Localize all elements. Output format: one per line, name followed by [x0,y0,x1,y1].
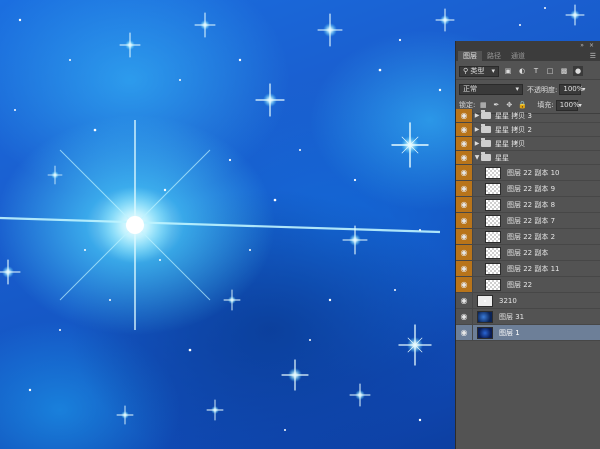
layers-list: ◉ ▶ 星星 拷贝 3 ◉ ▶ 星星 拷贝 2 ◉ ▶ 星星 拷贝 ◉ ▼ 星星 ◉ 图… [456,109,600,341]
layer-row[interactable]: ◉ 图层 22 副本 8 [456,197,600,213]
layer-row[interactable]: ◉ 3210 [456,293,600,309]
opacity-label: 不透明度: [527,85,558,94]
folder-icon [481,138,491,147]
filter-toggle-icon[interactable]: ● [573,66,583,76]
layer-row[interactable]: ◉ 图层 22 副本 7 [456,213,600,229]
layer-name: 图层 22 副本 [507,248,549,257]
opacity-value: 100% [563,85,584,93]
filter-pixel-icon[interactable]: ▣ [503,66,513,76]
eye-icon[interactable]: ◉ [456,137,473,150]
layer-thumbnail [485,278,501,291]
eye-icon[interactable]: ◉ [456,165,473,180]
eye-icon[interactable]: ◉ [456,261,473,276]
folder-icon [481,124,491,133]
caret-right-icon[interactable]: ▶ [473,126,481,133]
folder-icon [481,110,491,119]
layer-row[interactable]: ◉ 图层 22 副本 11 [456,261,600,277]
layer-thumbnail [477,326,493,339]
layer-name: 图层 22 副本 9 [507,184,556,193]
layer-name: 图层 22 副本 2 [507,232,556,241]
eye-icon[interactable]: ◉ [456,123,473,136]
blend-mode-select[interactable]: 正常 ▾ [459,84,523,95]
layer-name: 图层 22 副本 8 [507,200,556,209]
eye-icon[interactable]: ◉ [456,213,473,228]
folder-open-icon [481,152,491,161]
filter-type-icon[interactable]: T [531,66,541,76]
layer-name: 3210 [499,296,517,305]
tab-paths[interactable]: 路径 [482,51,506,61]
layer-row[interactable]: ◉ ▶ 星星 拷贝 3 [456,109,600,123]
layer-row[interactable]: ◉ 图层 22 副本 2 [456,229,600,245]
filter-kind-select[interactable]: ⚲ 类型 ▾ [459,65,499,77]
caret-right-icon[interactable]: ▶ [473,112,481,119]
chevron-down-icon: ▾ [515,85,519,93]
filter-kind-label: 类型 [470,66,485,75]
layer-name: 星星 拷贝 [495,139,526,148]
layer-name: 图层 1 [499,328,520,337]
eye-icon[interactable]: ◉ [456,245,473,260]
layer-row[interactable]: ◉ ▶ 星星 拷贝 [456,137,600,151]
eye-icon[interactable]: ◉ [456,229,473,244]
main-star-flare [0,120,441,330]
close-panel-icon[interactable]: × [589,42,594,49]
chevron-down-icon: ▾ [491,66,495,75]
layer-thumbnail [485,230,501,243]
layer-name: 图层 22 副本 10 [507,168,560,177]
fill-dropdown-icon[interactable]: ▾ [579,102,582,109]
layer-thumbnail [485,182,501,195]
layer-thumbnail [485,246,501,259]
layer-thumbnail [485,198,501,211]
eye-icon[interactable]: ◉ [456,277,473,292]
layer-name: 图层 22 [507,280,533,289]
layer-name: 图层 22 副本 11 [507,264,560,273]
layer-row-selected[interactable]: ◉ 图层 1 [456,325,600,341]
layer-row[interactable]: ◉ 图层 22 [456,277,600,293]
panel-title-bar[interactable]: » × [456,41,600,49]
blend-mode-value: 正常 [463,85,477,93]
layer-row[interactable]: ◉ 图层 31 [456,309,600,325]
layer-name: 图层 22 副本 7 [507,216,556,225]
layer-thumbnail [485,166,501,179]
filter-smartobject-icon[interactable]: ▩ [559,66,569,76]
caret-right-icon[interactable]: ▶ [473,140,481,147]
layers-panel: » × 图层 路径 通道 ☰ ⚲ 类型 ▾ ▣ ◐ T □ ▩ ● 正常 ▾ 不… [455,41,600,449]
tab-channels[interactable]: 通道 [506,51,530,61]
layer-name: 星星 拷贝 2 [495,125,532,134]
collapse-icon[interactable]: » [580,42,584,49]
layer-name: 星星 [495,153,509,162]
layer-thumbnail [485,262,501,275]
eye-icon[interactable]: ◉ [456,197,473,212]
filter-shape-icon[interactable]: □ [545,66,555,76]
layer-row[interactable]: ◉ 图层 22 副本 9 [456,181,600,197]
layer-thumbnail [477,294,493,307]
filter-adjustment-icon[interactable]: ◐ [517,66,527,76]
eye-icon[interactable]: ◉ [456,151,473,164]
opacity-dropdown-icon[interactable]: ▾ [582,86,585,93]
panel-tabs: 图层 路径 通道 ☰ [456,49,600,61]
layer-row[interactable]: ◉ ▶ 星星 拷贝 2 [456,123,600,137]
layer-name: 图层 31 [499,312,525,321]
layer-row[interactable]: ◉ ▼ 星星 [456,151,600,165]
layer-filter-row: ⚲ 类型 ▾ ▣ ◐ T □ ▩ ● [456,63,600,80]
layer-name: 星星 拷贝 3 [495,111,532,120]
eye-icon[interactable]: ◉ [456,325,473,340]
layer-row[interactable]: ◉ 图层 22 副本 10 [456,165,600,181]
caret-down-icon[interactable]: ▼ [473,154,481,161]
eye-icon[interactable]: ◉ [456,309,473,324]
layer-row[interactable]: ◉ 图层 22 副本 [456,245,600,261]
eye-icon[interactable]: ◉ [456,293,473,308]
layer-thumbnail [485,214,501,227]
layer-thumbnail [477,310,493,323]
eye-icon[interactable]: ◉ [456,181,473,196]
opacity-input[interactable]: 100% [559,84,584,95]
search-icon: ⚲ [463,66,469,75]
blend-row: 正常 ▾ 不透明度: 100% ▾ [456,82,600,97]
eye-icon[interactable]: ◉ [456,109,473,122]
tab-layers[interactable]: 图层 [458,51,482,61]
panel-menu-icon[interactable]: ☰ [590,51,596,61]
